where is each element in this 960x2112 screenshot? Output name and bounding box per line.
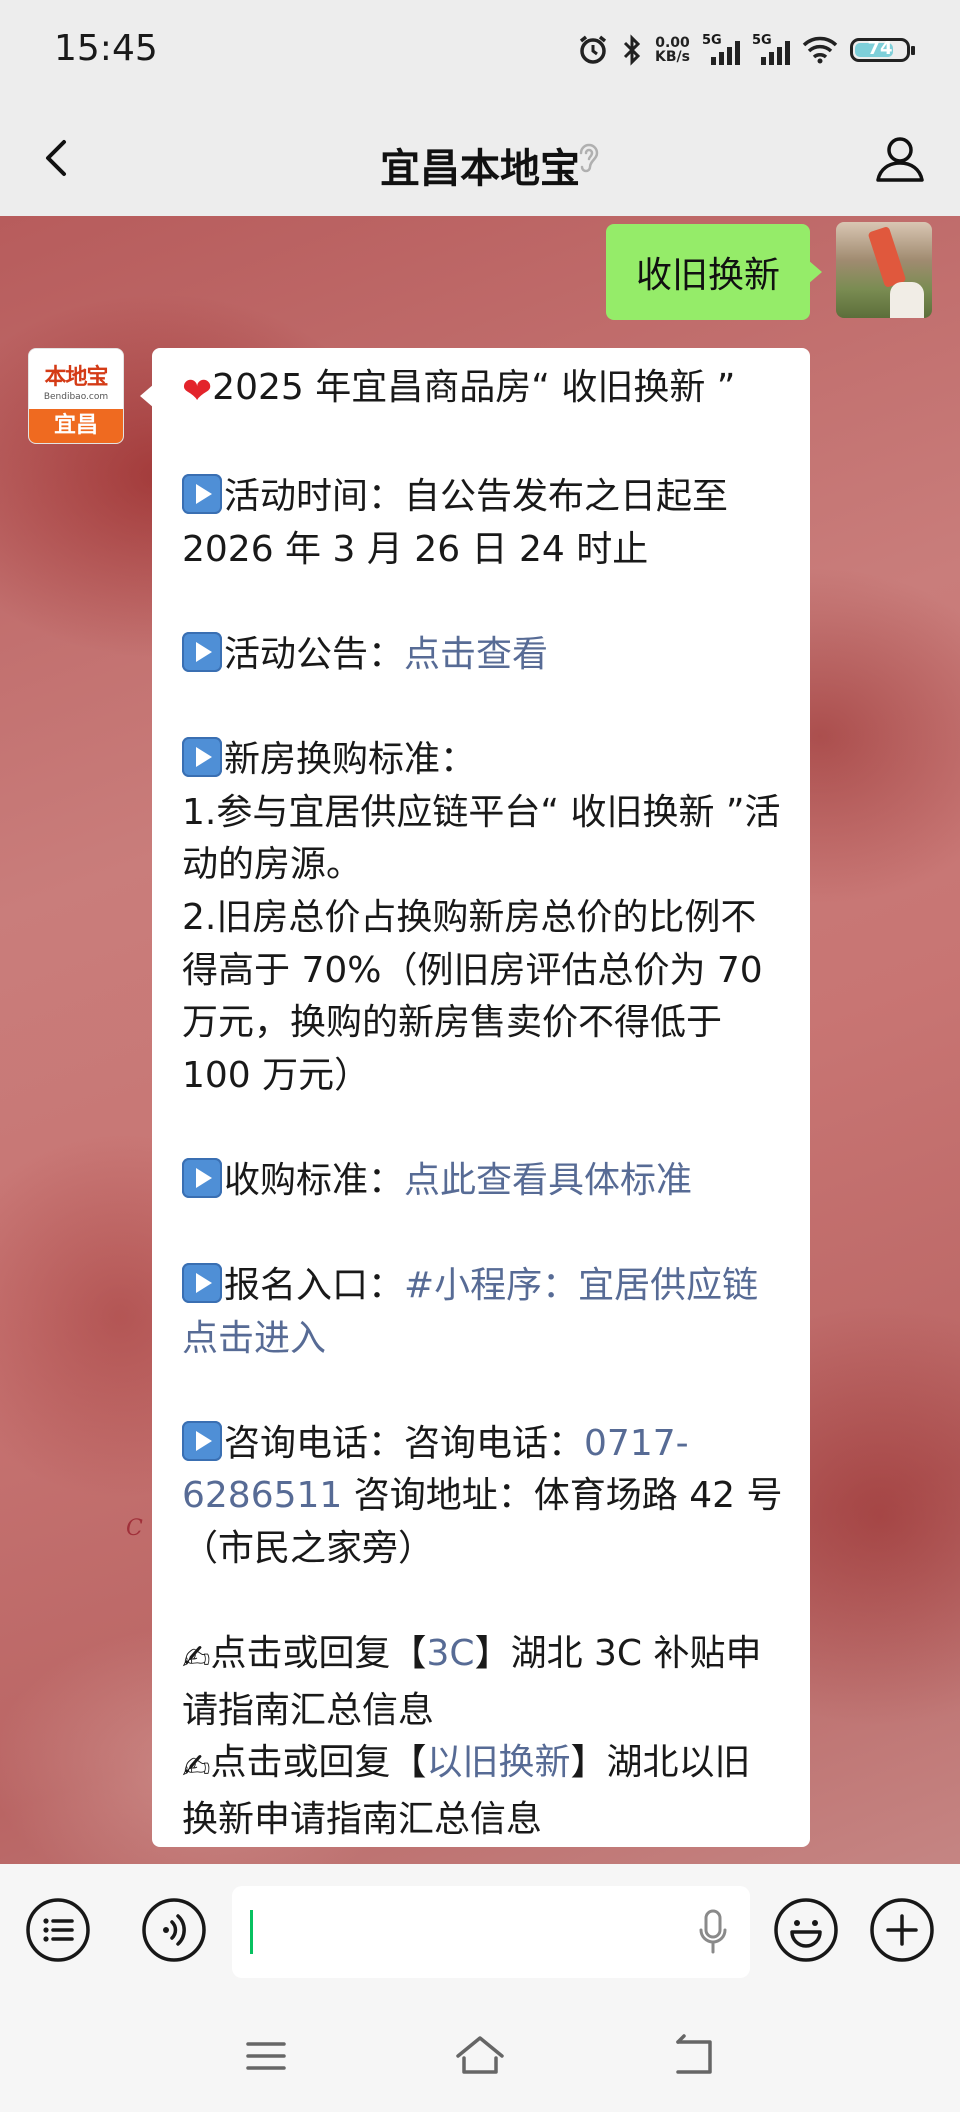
tip2-link[interactable]: 以旧换新 bbox=[427, 1742, 571, 1783]
play-button-icon bbox=[182, 1263, 222, 1304]
consult-label: 咨询电话： bbox=[224, 1422, 405, 1464]
menu-icon bbox=[246, 2042, 286, 2070]
profile-button[interactable] bbox=[870, 128, 930, 188]
microphone-icon[interactable] bbox=[698, 1908, 728, 1960]
sim2-signal-icon: 5G bbox=[752, 33, 790, 67]
chat-header: 宜昌本地宝 bbox=[0, 100, 960, 216]
home-icon bbox=[456, 2036, 504, 2074]
tip2-prefix: 点击或回复【 bbox=[210, 1742, 427, 1784]
notice-link[interactable]: 点击查看 bbox=[404, 634, 548, 675]
back-nav-button[interactable] bbox=[666, 2028, 722, 2084]
notice-label: 活动公告： bbox=[224, 633, 405, 675]
emoji-button[interactable] bbox=[772, 1896, 840, 1964]
tip1-prefix: 点击或回复【 bbox=[210, 1633, 427, 1675]
standard-item-1: 1.参与宜居供应链平台“ 收旧换新 ”活动的房源。 bbox=[182, 791, 781, 886]
reply-title: 2025 年宜昌商品房“ 收旧换新 ” bbox=[212, 367, 736, 408]
heart-icon: ❤ bbox=[182, 371, 213, 412]
battery-level: 74 bbox=[867, 38, 893, 59]
home-button[interactable] bbox=[452, 2028, 508, 2084]
play-button-icon bbox=[182, 631, 222, 672]
bot-avatar-brand: 本地宝 bbox=[44, 365, 108, 390]
writing-hand-icon: ✍ bbox=[182, 1747, 211, 1788]
ear-icon bbox=[576, 140, 602, 180]
received-message-bubble[interactable]: ❤2025 年宜昌商品房“ 收旧换新 ” 活动时间：自公告发布之日起至 2026… bbox=[140, 348, 810, 1847]
consult-prefix: 咨询电话： bbox=[404, 1422, 585, 1464]
net-speed-unit: KB/s bbox=[655, 49, 690, 65]
standard-label: 新房换购标准： bbox=[224, 739, 477, 781]
bot-avatar[interactable]: 本地宝 Bendibao.com 宜昌 bbox=[28, 348, 124, 444]
wifi-icon bbox=[802, 36, 838, 64]
status-bar: 15:45 0.00 KB/s 5G 5G 74 bbox=[0, 0, 960, 100]
standard-item-2: 2.旧房总价占换购新房总价的比例不得高于 70%（例旧房评估总价为 70 万元，… bbox=[182, 896, 763, 1096]
signup-label: 报名入口： bbox=[224, 1265, 405, 1307]
chat-title: 宜昌本地宝 bbox=[380, 146, 580, 192]
bluetooth-icon bbox=[621, 34, 643, 66]
menu-toggle-button[interactable] bbox=[24, 1896, 92, 1964]
menu-list-icon bbox=[26, 1898, 90, 1962]
net-speed-value: 0.00 bbox=[655, 35, 690, 51]
voice-toggle-icon bbox=[142, 1898, 206, 1962]
play-button-icon bbox=[182, 474, 222, 515]
emoji-icon bbox=[774, 1898, 838, 1962]
message-input[interactable] bbox=[232, 1886, 750, 1978]
status-time: 15:45 bbox=[54, 28, 158, 69]
sim1-signal-icon: 5G bbox=[702, 33, 740, 67]
bot-avatar-domain: Bendibao.com bbox=[43, 392, 109, 402]
chat-area[interactable]: C 收旧换新 本地宝 Bendibao.com 宜昌 ❤2025 年宜昌商品房“… bbox=[0, 216, 960, 1864]
purchase-standard-link[interactable]: 点此查看具体标准 bbox=[404, 1160, 692, 1201]
input-bar bbox=[0, 1864, 960, 2000]
bot-avatar-city: 宜昌 bbox=[29, 409, 123, 443]
tip1-link[interactable]: 3C bbox=[427, 1633, 475, 1674]
more-button[interactable] bbox=[868, 1896, 936, 1964]
voice-toggle-button[interactable] bbox=[140, 1896, 208, 1964]
battery-icon: 74 bbox=[850, 38, 915, 62]
play-button-icon bbox=[182, 1157, 222, 1198]
play-button-icon bbox=[182, 737, 222, 778]
background-decoration: C bbox=[126, 1516, 143, 1541]
text-caret bbox=[250, 1910, 253, 1954]
person-icon bbox=[876, 137, 924, 182]
play-button-icon bbox=[182, 1420, 222, 1461]
writing-hand-icon: ✍ bbox=[182, 1638, 211, 1679]
plus-icon bbox=[870, 1898, 934, 1962]
recent-apps-button[interactable] bbox=[238, 2028, 294, 2084]
activity-time-label: 活动时间： bbox=[224, 476, 405, 518]
back-icon bbox=[676, 2034, 712, 2074]
user-avatar[interactable] bbox=[836, 222, 932, 318]
sent-message-bubble[interactable]: 收旧换新 bbox=[605, 224, 823, 320]
net-speed: 0.00 KB/s bbox=[655, 36, 690, 64]
alarm-icon bbox=[577, 34, 609, 66]
purchase-label: 收购标准： bbox=[224, 1159, 405, 1201]
status-icons: 0.00 KB/s 5G 5G 74 bbox=[577, 30, 915, 70]
system-navigation-bar bbox=[0, 2000, 960, 2112]
